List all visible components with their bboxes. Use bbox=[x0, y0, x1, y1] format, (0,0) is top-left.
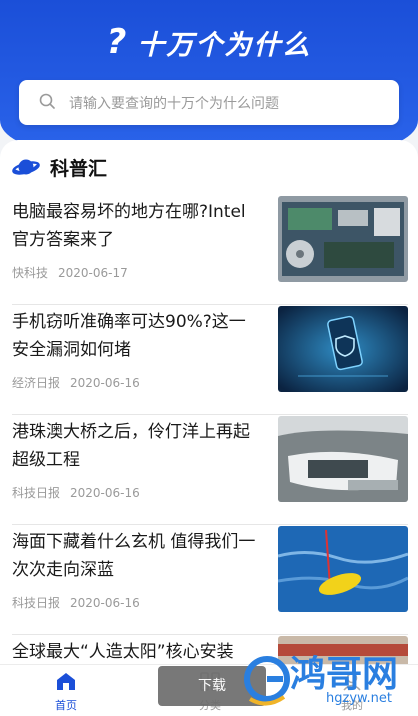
watermark-url: hgzyw.net bbox=[326, 691, 392, 706]
article-source: 快科技 bbox=[12, 266, 49, 280]
article-item[interactable]: 海面下藏着什么玄机 值得我们一次次走向深蓝 科技日报 2020-06-16 bbox=[12, 524, 408, 635]
article-item[interactable]: 电脑最容易坏的地方在哪?Intel官方答案来了 快科技 2020-06-17 bbox=[12, 194, 408, 305]
article-date: 2020-06-16 bbox=[70, 486, 140, 500]
article-thumbnail[interactable] bbox=[278, 306, 408, 392]
article-item[interactable]: 手机窃听准确率可达90%?这一安全漏洞如何堵 经济日报 2020-06-16 bbox=[12, 304, 408, 415]
app-logo: ? 十万个为什么 bbox=[0, 22, 418, 62]
article-title[interactable]: 全球最大“人造太阳”核心安装 bbox=[12, 638, 262, 666]
article-source: 科技日报 bbox=[12, 596, 61, 610]
watermark: 鸿哥网 hgzyw.net bbox=[244, 645, 418, 715]
search-bar[interactable] bbox=[19, 80, 399, 127]
article-meta: 科技日报 2020-06-16 bbox=[12, 594, 140, 611]
search-input[interactable] bbox=[67, 80, 391, 127]
article-date: 2020-06-16 bbox=[70, 376, 140, 390]
article-source: 科技日报 bbox=[12, 486, 61, 500]
watermark-brand: 鸿哥网 bbox=[290, 654, 399, 695]
article-thumbnail[interactable] bbox=[278, 526, 408, 612]
section-title: 科普汇 bbox=[50, 158, 108, 180]
question-mark-icon: ? bbox=[106, 22, 127, 62]
home-icon bbox=[57, 673, 75, 690]
search-icon bbox=[39, 93, 55, 109]
article-meta: 快科技 2020-06-17 bbox=[12, 264, 128, 281]
article-title[interactable]: 海面下藏着什么玄机 值得我们一次次走向深蓝 bbox=[12, 528, 262, 584]
planet-icon bbox=[12, 159, 40, 175]
article-source: 经济日报 bbox=[12, 376, 61, 390]
article-thumbnail[interactable] bbox=[278, 196, 408, 282]
article-meta: 科技日报 2020-06-16 bbox=[12, 484, 140, 501]
content-card: 科普汇 电脑最容易坏的地方在哪?Intel官方答案来了 快科技 2020-06-1… bbox=[0, 140, 418, 680]
article-title[interactable]: 港珠澳大桥之后，伶仃洋上再起超级工程 bbox=[12, 418, 262, 474]
article-date: 2020-06-16 bbox=[70, 596, 140, 610]
article-thumbnail[interactable] bbox=[278, 416, 408, 502]
article-item[interactable]: 港珠澳大桥之后，伶仃洋上再起超级工程 科技日报 2020-06-16 bbox=[12, 414, 408, 525]
article-meta: 经济日报 2020-06-16 bbox=[12, 374, 140, 391]
article-date: 2020-06-17 bbox=[58, 266, 128, 280]
app-header: ? 十万个为什么 bbox=[0, 0, 418, 150]
article-title[interactable]: 手机窃听准确率可达90%?这一安全漏洞如何堵 bbox=[12, 308, 262, 364]
tab-home[interactable]: 首页 bbox=[26, 671, 106, 713]
watermark-logo-icon bbox=[244, 656, 290, 706]
app-title: 十万个为什么 bbox=[137, 29, 312, 61]
article-title[interactable]: 电脑最容易坏的地方在哪?Intel官方答案来了 bbox=[12, 198, 262, 254]
tab-label: 首页 bbox=[55, 699, 77, 712]
